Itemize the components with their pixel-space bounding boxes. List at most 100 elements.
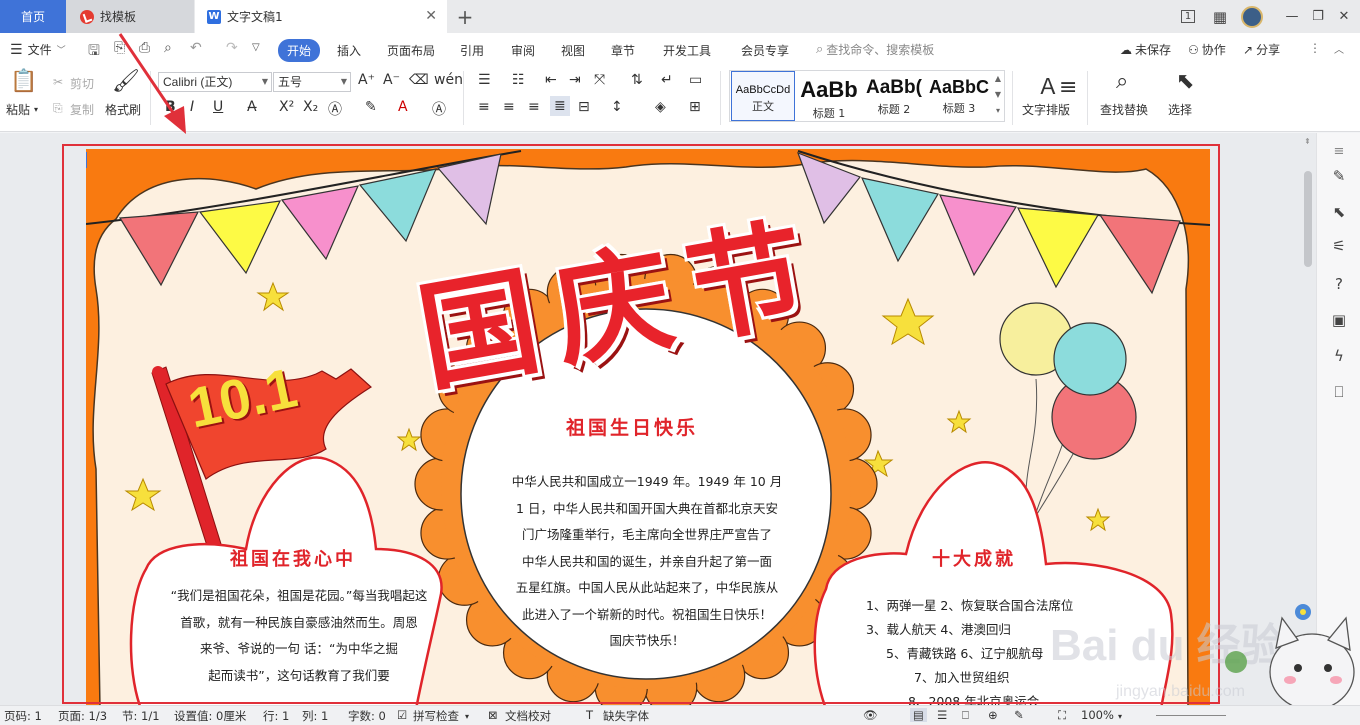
distribute-icon[interactable]: ⊟ — [578, 99, 590, 115]
status-col[interactable]: 列: 1 — [302, 708, 328, 724]
spellcheck-icon[interactable]: ☑ — [397, 708, 407, 722]
find-replace-button[interactable]: 查找替换 — [1100, 101, 1148, 118]
tab-document[interactable]: W 文字文稿1 ✕ — [195, 0, 447, 33]
pinyin-guide-icon[interactable]: wén — [434, 72, 463, 88]
pen-icon[interactable]: ✎ — [1330, 167, 1348, 185]
menu-reference[interactable]: 引用 — [460, 42, 484, 59]
web-view-icon[interactable]: ⊕ — [988, 708, 998, 722]
panel-menu-icon[interactable]: ≡ — [1330, 143, 1348, 161]
save-icon[interactable]: 🖫 — [88, 40, 100, 64]
help-icon[interactable]: ? — [1330, 275, 1348, 293]
tab-close-icon[interactable]: ✕ — [425, 8, 437, 24]
document-page[interactable]: 国庆节 10.1 祖国生日快乐 中华人民共和国成立一1949 年。1949 年 … — [86, 149, 1210, 705]
tab-template[interactable]: 找模板 — [66, 0, 194, 33]
ruler-icon[interactable]: ▭ — [689, 72, 702, 88]
align-left-icon[interactable]: ≡ — [478, 99, 490, 115]
line-spacing-icon[interactable]: ↕ — [611, 99, 623, 115]
paste-button[interactable]: 📋 — [8, 69, 40, 95]
align-justify-icon[interactable]: ≣ — [550, 96, 570, 116]
fit-page-icon[interactable]: ⛶ — [1058, 708, 1066, 723]
zoom-dropdown-icon[interactable]: ▾ — [1118, 712, 1122, 721]
clear-format-icon[interactable]: ⌫ — [409, 72, 429, 88]
copy-label[interactable]: 复制 — [70, 101, 94, 118]
lightning-icon[interactable]: ϟ — [1330, 347, 1348, 365]
highlight-icon[interactable]: ✎ — [365, 99, 377, 115]
eye-protect-icon[interactable]: 👁 — [863, 708, 878, 722]
unsaved-indicator[interactable]: ☁ 未保存 — [1120, 41, 1171, 58]
cursor-icon[interactable]: ⬉ — [1176, 69, 1194, 94]
menu-developer[interactable]: 开发工具 — [663, 42, 711, 59]
missing-font-icon[interactable]: T — [586, 708, 593, 722]
proofread-icon[interactable]: ⊠ — [488, 708, 498, 722]
outline-view-icon[interactable]: ☰ — [937, 708, 947, 722]
text-effect-icon[interactable]: Ⓐ — [328, 99, 342, 119]
page-view-icon[interactable]: 1 — [1174, 0, 1202, 33]
strikethrough-icon[interactable]: A̶ — [247, 99, 257, 115]
settings-sliders-icon[interactable]: ⚟ — [1330, 237, 1348, 255]
grid-apps-icon[interactable]: ▦ — [1206, 0, 1234, 33]
superscript-icon[interactable]: X² — [279, 99, 294, 115]
bullet-list-icon[interactable]: ☰ — [478, 72, 491, 88]
status-missing-font[interactable]: 缺失字体 — [603, 708, 649, 724]
pointer-icon[interactable]: ⬉ — [1330, 203, 1348, 221]
zoom-level[interactable]: 100% — [1081, 708, 1114, 722]
style-heading-1[interactable]: AaBb 标题 1 — [797, 71, 861, 121]
select-button[interactable]: 选择 — [1168, 101, 1192, 118]
decrease-indent-icon[interactable]: ⇤ — [545, 72, 557, 88]
command-search[interactable]: ⌕ 查找命令、搜索模板 — [816, 41, 934, 58]
page-view-mode-icon[interactable]: ▤ — [910, 708, 927, 722]
status-row[interactable]: 行: 1 — [263, 708, 289, 724]
cut-icon[interactable]: ✂ — [53, 75, 63, 89]
more-options-icon[interactable]: ⋮ — [1309, 41, 1321, 55]
font-size-select[interactable]: 五号 ▼ — [273, 72, 351, 92]
collapse-ribbon-icon[interactable]: ︿ — [1334, 41, 1344, 56]
shading-icon[interactable]: ◈ — [655, 99, 666, 115]
status-section[interactable]: 节: 1/1 — [122, 708, 160, 724]
close-window-button[interactable]: ✕ — [1330, 0, 1358, 33]
underline-icon[interactable]: U — [213, 99, 223, 115]
text-layout-icon[interactable]: Ａ≡ — [1037, 69, 1077, 101]
menu-home[interactable]: 开始 — [278, 39, 321, 62]
scroll-up-icon[interactable]: ⇞ — [1304, 137, 1311, 146]
cut-label[interactable]: 剪切 — [70, 75, 94, 92]
paste-dropdown-icon[interactable]: ▾ — [34, 105, 38, 114]
avatar[interactable] — [1238, 0, 1266, 33]
status-words[interactable]: 字数: 0 — [348, 708, 386, 724]
font-color-icon[interactable]: A — [398, 99, 408, 115]
status-page[interactable]: 页面: 1/3 — [58, 708, 107, 724]
customize-qa-icon[interactable]: ▽ — [252, 42, 260, 53]
align-center-icon[interactable]: ≡ — [503, 99, 515, 115]
redo-icon[interactable]: ↷ — [226, 40, 238, 56]
grow-font-icon[interactable]: A⁺ — [358, 72, 375, 88]
menu-member[interactable]: 会员专享 — [741, 42, 789, 59]
numbered-list-icon[interactable]: ☷ — [512, 72, 525, 88]
menu-chapter[interactable]: 章节 — [611, 42, 635, 59]
zoom-slider[interactable] — [1156, 715, 1226, 716]
menu-view[interactable]: 视图 — [561, 42, 585, 59]
minimize-button[interactable]: — — [1278, 0, 1306, 33]
chinese-layout-icon[interactable]: ⤧ — [594, 72, 605, 88]
document-area[interactable]: 国庆节 10.1 祖国生日快乐 中华人民共和国成立一1949 年。1949 年 … — [0, 133, 1316, 705]
spellcheck-dropdown-icon[interactable]: ▾ — [465, 712, 469, 721]
increase-indent-icon[interactable]: ⇥ — [569, 72, 581, 88]
new-tab-button[interactable]: + — [452, 0, 478, 33]
menu-page-layout[interactable]: 页面布局 — [387, 42, 435, 59]
style-heading-2[interactable]: AaBb( 标题 2 — [862, 71, 926, 121]
menu-review[interactable]: 审阅 — [511, 42, 535, 59]
tab-home[interactable]: 首页 — [0, 0, 66, 33]
borders-icon[interactable]: ⊞ — [689, 99, 701, 115]
shrink-font-icon[interactable]: A⁻ — [383, 72, 400, 88]
align-right-icon[interactable]: ≡ — [528, 99, 540, 115]
restore-button[interactable]: ❐ — [1304, 0, 1332, 33]
book-icon[interactable]: ⎕ — [1330, 383, 1348, 401]
paste-label[interactable]: 粘贴 — [6, 101, 30, 118]
collaborate-button[interactable]: ⚇ 协作 — [1188, 41, 1226, 58]
subscript-icon[interactable]: X₂ — [303, 99, 318, 115]
share-button[interactable]: ↗ 分享 — [1243, 41, 1280, 58]
scroll-thumb[interactable] — [1304, 171, 1312, 267]
style-normal[interactable]: AaBbCcDd 正文 — [731, 71, 795, 121]
text-layout-button[interactable]: 文字排版 — [1022, 101, 1070, 118]
reading-view-icon[interactable]: ⎕ — [962, 708, 969, 723]
sort-icon[interactable]: ⇅ — [631, 72, 643, 88]
file-menu[interactable]: ☰ 文件 ﹀ — [10, 41, 66, 58]
